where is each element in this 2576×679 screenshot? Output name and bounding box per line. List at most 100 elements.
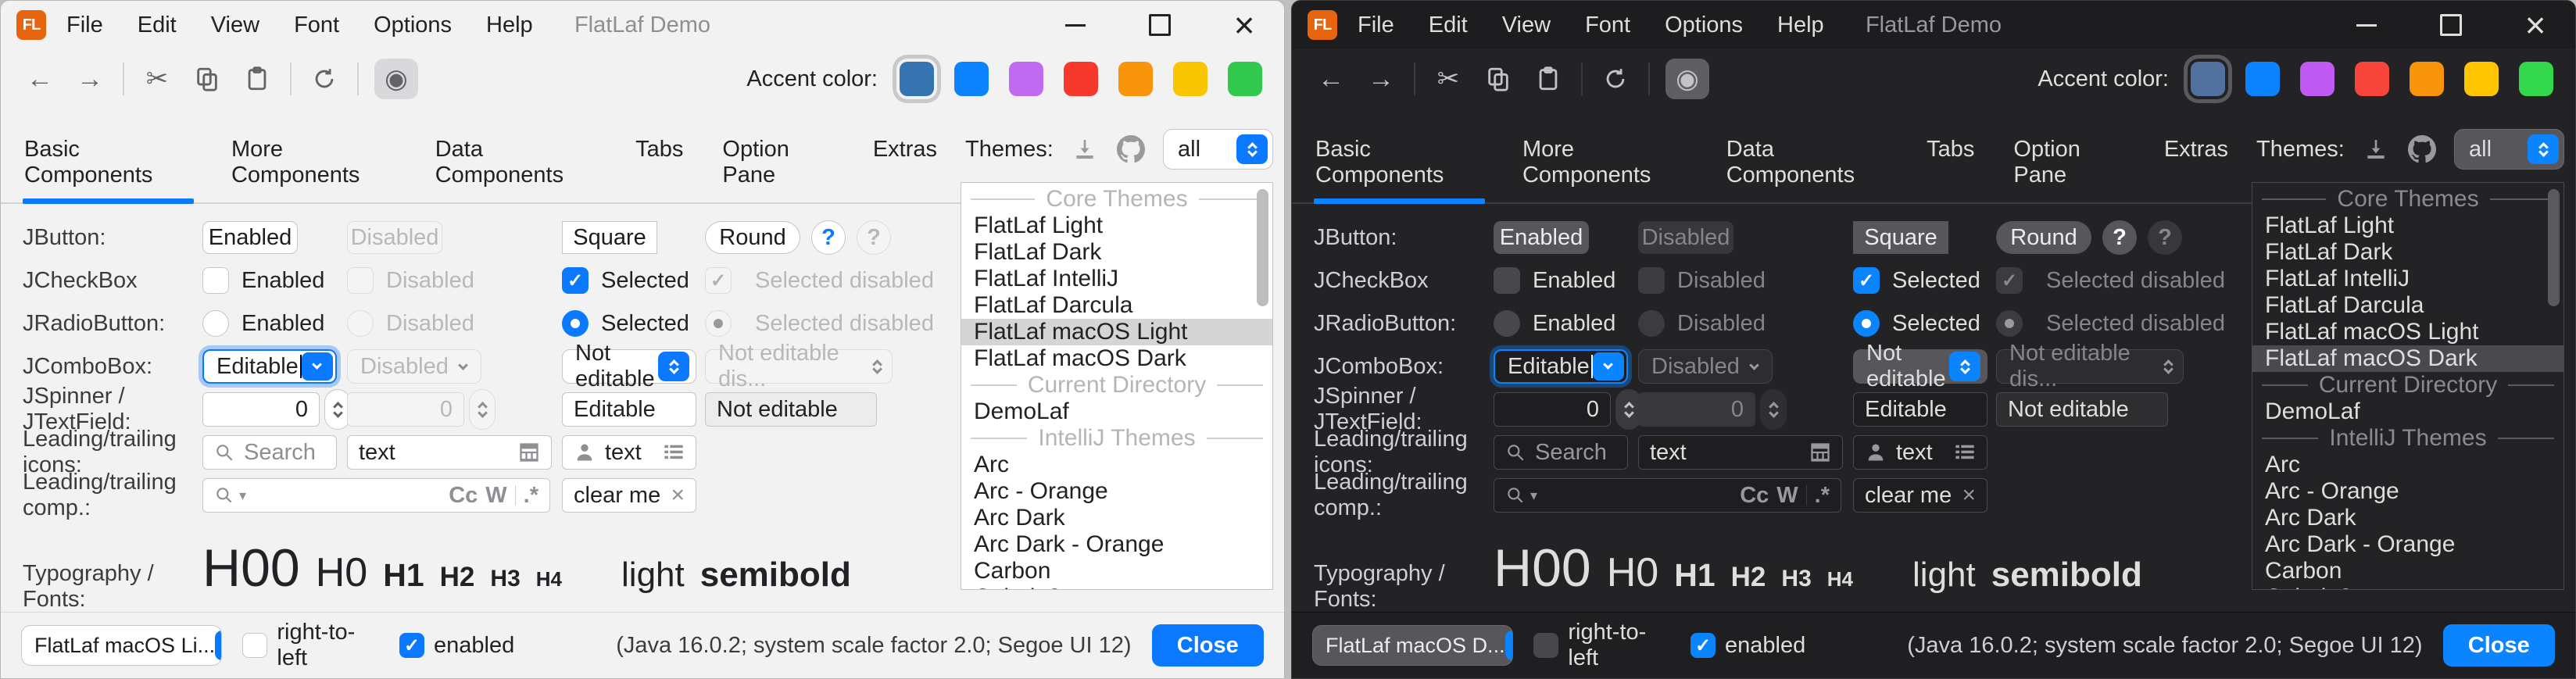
close-button[interactable]: Close (2443, 624, 2555, 666)
clear-icon[interactable]: × (671, 482, 685, 509)
chevron-down-icon[interactable] (302, 352, 333, 381)
theme-item[interactable]: FlatLaf IntelliJ (961, 266, 1272, 292)
themes-filter-select[interactable]: all (2454, 129, 2564, 170)
back-icon[interactable]: ← (23, 59, 57, 99)
accent-swatch-blue[interactable] (954, 62, 989, 96)
forward-icon[interactable]: → (73, 59, 107, 99)
accent-swatch-default-blue[interactable] (900, 62, 934, 96)
copy-icon[interactable] (190, 59, 224, 99)
menu-view[interactable]: View (1502, 13, 1551, 38)
help-button[interactable]: ? (811, 220, 846, 255)
lookandfeel-select[interactable]: FlatLaf macOS D... (1312, 625, 1513, 666)
close-button[interactable]: Close (1152, 624, 1264, 666)
accent-swatch-green[interactable] (2519, 62, 2553, 96)
scrollbar-thumb[interactable] (2548, 189, 2560, 306)
theme-item[interactable]: DemoLaf (961, 398, 1272, 425)
spinner-value[interactable]: 0 (1494, 392, 1611, 427)
download-icon[interactable] (2362, 134, 2391, 165)
accent-swatch-purple[interactable] (1009, 62, 1043, 96)
search-input[interactable]: Search (202, 435, 337, 470)
text-input-person[interactable]: text (562, 435, 696, 470)
accent-swatch-red[interactable] (1064, 62, 1098, 96)
text-input-calendar[interactable]: text (1638, 435, 1843, 470)
cut-icon[interactable]: ✂ (140, 59, 174, 99)
enabled-button[interactable]: Enabled (202, 221, 298, 254)
theme-item[interactable]: Arc Dark (961, 505, 1272, 531)
checkbox-enabled[interactable] (202, 267, 229, 294)
enabled-checkbox[interactable]: ✓ (1690, 633, 1716, 658)
tab-more-components[interactable]: More Components (230, 129, 398, 202)
themes-filter-select[interactable]: all (1163, 129, 1273, 170)
minimize-button[interactable] (1062, 12, 1089, 38)
theme-item[interactable]: Cobalt 2 (961, 584, 1272, 590)
text-input-person[interactable]: text (1853, 435, 1987, 470)
refresh-icon[interactable] (1598, 59, 1633, 99)
theme-item[interactable]: Arc - Orange (2252, 478, 2563, 505)
theme-item[interactable]: FlatLaf Light (961, 213, 1272, 239)
combobox-not-editable[interactable]: Not editable (562, 349, 696, 384)
menu-help[interactable]: Help (1777, 13, 1824, 38)
theme-item[interactable]: Arc (961, 452, 1272, 478)
theme-item[interactable]: FlatLaf IntelliJ (2252, 266, 2563, 292)
theme-item[interactable]: Arc Dark - Orange (961, 531, 1272, 558)
tab-more-components[interactable]: More Components (1521, 129, 1689, 202)
accent-swatch-purple[interactable] (2300, 62, 2334, 96)
accent-swatch-red[interactable] (2355, 62, 2389, 96)
round-button[interactable]: Round (1996, 221, 2091, 254)
regex-button[interactable]: .* (524, 483, 538, 509)
right-to-left-checkbox[interactable] (242, 633, 267, 658)
theme-item[interactable]: FlatLaf Dark (961, 239, 1272, 266)
github-icon[interactable] (1117, 134, 1146, 165)
theme-item[interactable]: FlatLaf macOS Dark (2252, 345, 2563, 372)
forward-icon[interactable]: → (1364, 59, 1398, 99)
close-window-button[interactable]: × (2522, 12, 2549, 38)
maximize-button[interactable] (2438, 12, 2464, 38)
whole-word-button[interactable]: W (485, 483, 506, 509)
clearable-input[interactable]: clear me × (1853, 478, 1987, 513)
theme-item[interactable]: Arc Dark - Orange (2252, 531, 2563, 558)
combobox-editable[interactable]: Editable (202, 349, 337, 384)
textfield-editable[interactable]: Editable (1853, 392, 1987, 427)
theme-item[interactable]: FlatLaf macOS Light (2252, 319, 2563, 345)
menu-help[interactable]: Help (486, 13, 533, 38)
accent-swatch-orange[interactable] (2410, 62, 2444, 96)
radio-enabled[interactable] (1494, 310, 1520, 337)
copy-icon[interactable] (1481, 59, 1515, 99)
paste-icon[interactable] (240, 59, 274, 99)
theme-item[interactable]: Arc Dark (2252, 505, 2563, 531)
menu-font[interactable]: Font (294, 13, 339, 38)
checkbox-selected[interactable]: ✓ (1853, 267, 1880, 294)
theme-item[interactable]: Arc (2252, 452, 2563, 478)
spinner-value[interactable]: 0 (202, 392, 320, 427)
radio-selected[interactable] (1853, 310, 1880, 337)
accent-swatch-yellow[interactable] (1173, 62, 1208, 96)
menu-options[interactable]: Options (1665, 13, 1743, 38)
square-button[interactable]: Square (1853, 221, 1948, 254)
show-hidden-toggle-icon[interactable]: ◉ (374, 59, 418, 99)
checkbox-selected[interactable]: ✓ (562, 267, 589, 294)
square-button[interactable]: Square (562, 221, 657, 254)
search-input[interactable]: Search (1494, 435, 1628, 470)
maximize-button[interactable] (1147, 12, 1173, 38)
checkbox-enabled[interactable] (1494, 267, 1520, 294)
whole-word-button[interactable]: W (1776, 483, 1798, 509)
menu-view[interactable]: View (211, 13, 259, 38)
theme-item[interactable]: Cobalt 2 (2252, 584, 2563, 590)
github-icon[interactable] (2408, 134, 2437, 165)
menu-file[interactable]: File (1358, 13, 1394, 38)
theme-item[interactable]: DemoLaf (2252, 398, 2563, 425)
theme-item[interactable]: FlatLaf Darcula (961, 292, 1272, 319)
theme-item[interactable]: Arc - Orange (961, 478, 1272, 505)
paste-icon[interactable] (1531, 59, 1565, 99)
theme-item[interactable]: FlatLaf Dark (2252, 239, 2563, 266)
tab-tabs[interactable]: Tabs (1925, 129, 1976, 202)
theme-item[interactable]: FlatLaf macOS Dark (961, 345, 1272, 372)
menu-font[interactable]: Font (1585, 13, 1630, 38)
search-options-input[interactable]: ▾ Cc W .* (1494, 478, 1841, 513)
menu-file[interactable]: File (66, 13, 103, 38)
enabled-button[interactable]: Enabled (1494, 221, 1589, 254)
back-icon[interactable]: ← (1314, 59, 1348, 99)
lookandfeel-select[interactable]: FlatLaf macOS Li... (21, 625, 222, 666)
minimize-button[interactable] (2353, 12, 2380, 38)
clearable-input[interactable]: clear me × (562, 478, 696, 513)
